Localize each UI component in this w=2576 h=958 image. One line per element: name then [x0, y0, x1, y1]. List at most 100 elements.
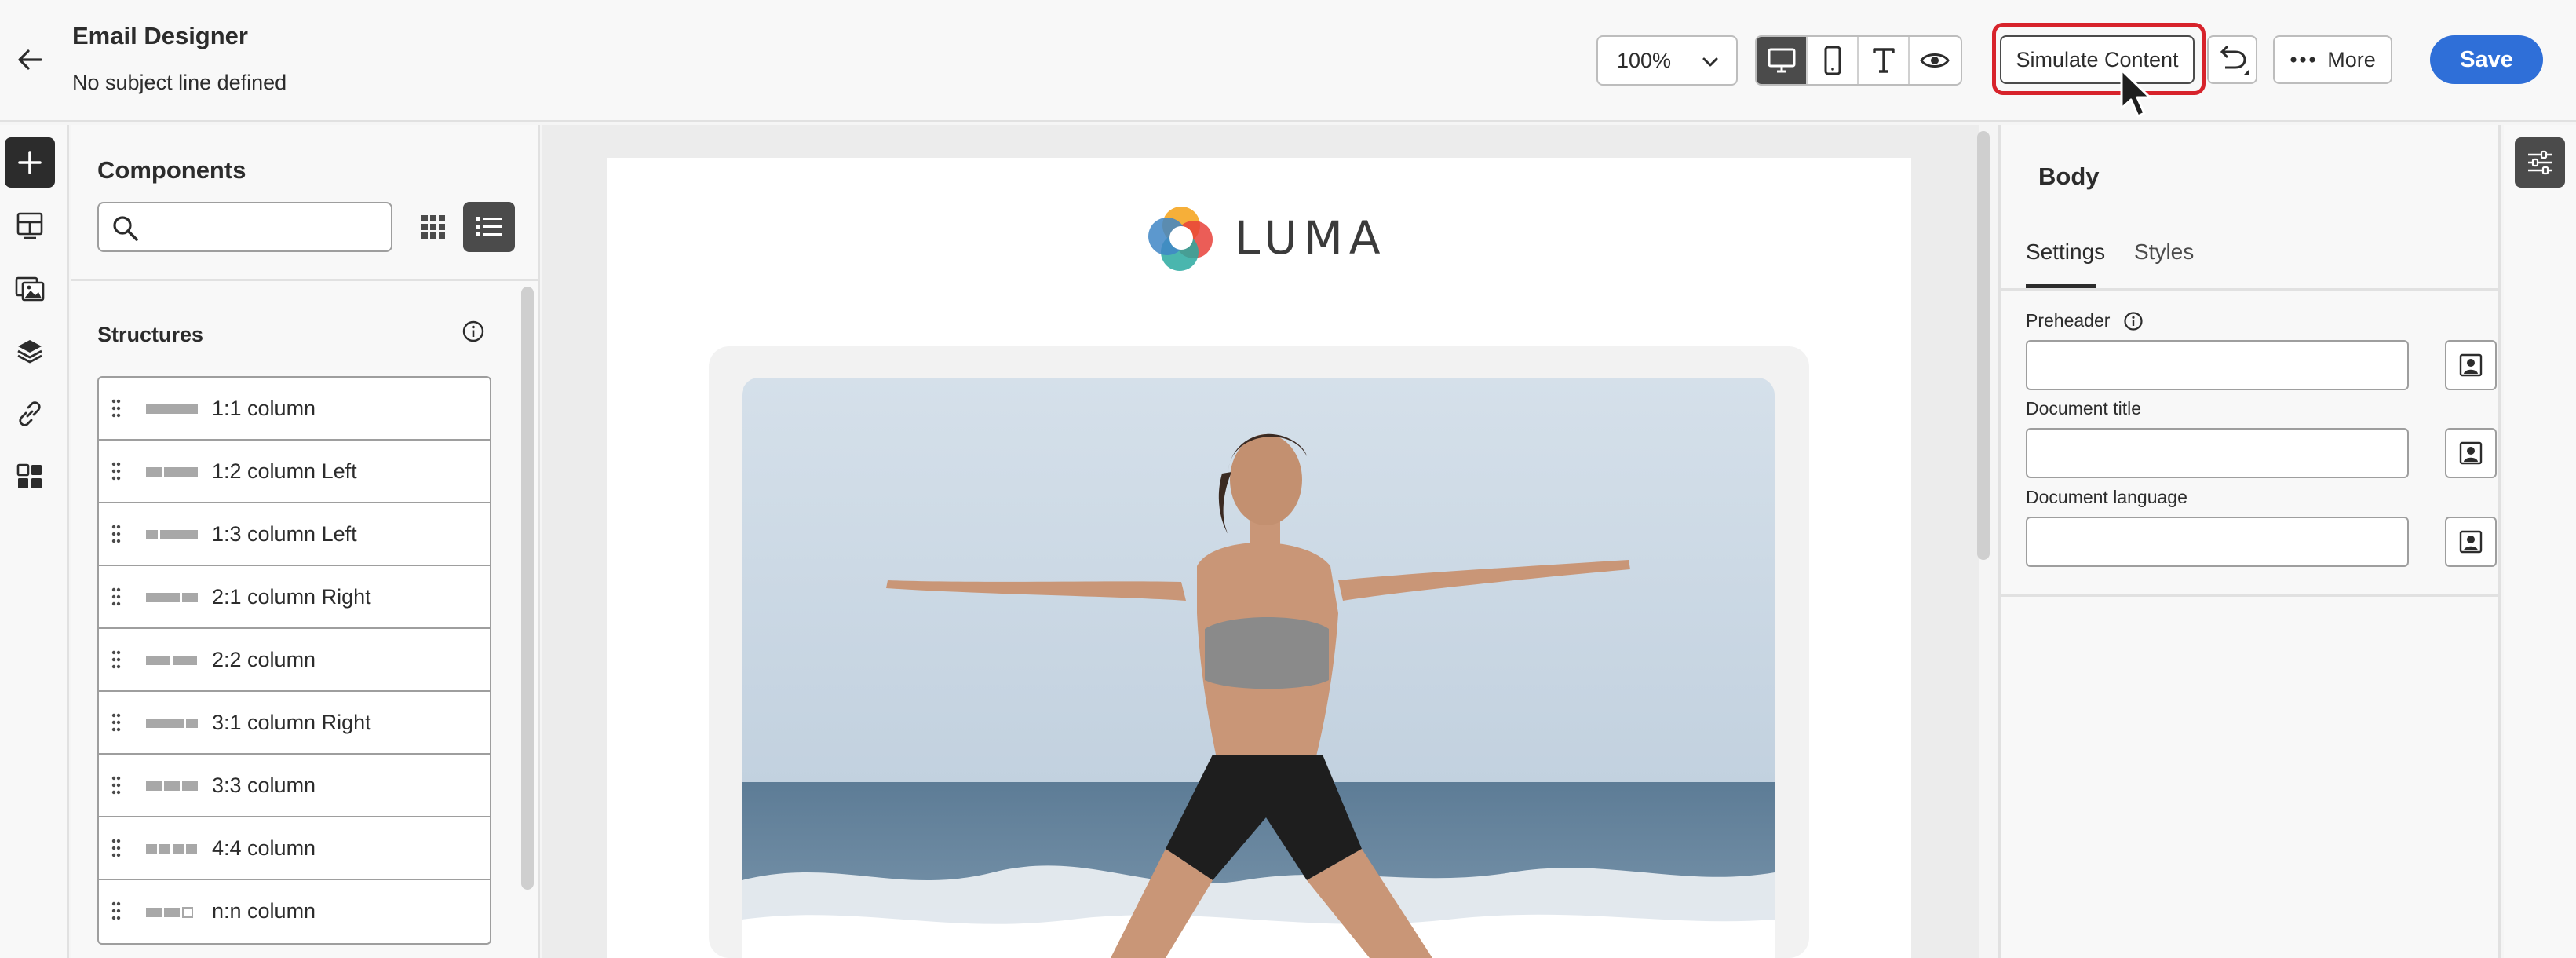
- panel-title: Body: [2038, 163, 2100, 190]
- email-body[interactable]: LUMA: [607, 158, 1911, 958]
- header-bar: Email Designer No subject line defined 1…: [0, 0, 2576, 122]
- structure-item-2-1-right[interactable]: 2:1 column Right: [99, 566, 490, 629]
- properties-toggle-button[interactable]: [2515, 137, 2565, 188]
- hero-section[interactable]: [709, 346, 1809, 958]
- info-icon[interactable]: [2123, 311, 2144, 331]
- document-title-personalize-button[interactable]: [2445, 428, 2497, 478]
- structure-item-3-1-right[interactable]: 3:1 column Right: [99, 692, 490, 755]
- plus-icon: [18, 151, 42, 174]
- structure-label: 3:1 column Right: [212, 711, 371, 734]
- desktop-view-button[interactable]: [1757, 37, 1808, 84]
- components-title: Components: [97, 156, 246, 184]
- preview-button[interactable]: [1910, 37, 1961, 84]
- drag-handle-icon: [111, 650, 121, 669]
- drag-handle-icon: [111, 587, 121, 606]
- structure-label: 4:4 column: [212, 836, 316, 860]
- structure-item-1-3-left[interactable]: 1:3 column Left: [99, 503, 490, 566]
- links-button[interactable]: [5, 389, 55, 439]
- structure-item-1-1[interactable]: 1:1 column: [99, 378, 490, 441]
- structure-item-n-n[interactable]: n:n column: [99, 880, 490, 943]
- components-panel: Components Structures 1:1 column 1:2 col…: [71, 125, 540, 958]
- document-title-input[interactable]: [2026, 428, 2409, 478]
- structure-item-1-2-left[interactable]: 1:2 column Left: [99, 441, 490, 503]
- preheader-personalize-button[interactable]: [2445, 340, 2497, 390]
- document-language-personalize-button[interactable]: [2445, 517, 2497, 567]
- mobile-view-button[interactable]: [1808, 37, 1859, 84]
- tab-styles[interactable]: Styles: [2134, 240, 2194, 265]
- structure-thumbnail: [146, 718, 198, 728]
- undo-icon: [2220, 45, 2249, 75]
- document-language-input[interactable]: [2026, 517, 2409, 567]
- list-view-button[interactable]: [463, 202, 515, 252]
- apps-grid-icon: [16, 463, 42, 488]
- structure-label: 1:2 column Left: [212, 459, 357, 483]
- zoom-value: 100%: [1617, 48, 1672, 72]
- fragments-icon: [16, 212, 43, 240]
- drag-handle-icon: [111, 776, 121, 795]
- structure-item-3-3[interactable]: 3:3 column: [99, 755, 490, 817]
- structure-thumbnail: [146, 656, 197, 665]
- document-title-label: Document title: [2026, 398, 2142, 419]
- back-button[interactable]: [11, 41, 49, 79]
- zoom-select[interactable]: 100%: [1596, 35, 1738, 86]
- structure-label: 1:3 column Left: [212, 522, 357, 546]
- text-icon: [1872, 48, 1895, 73]
- personalization-icon: [2459, 353, 2483, 377]
- chevron-down-icon: [1702, 57, 1718, 67]
- structure-item-2-2[interactable]: 2:2 column: [99, 629, 490, 692]
- structure-thumbnail: [146, 530, 198, 539]
- left-tool-rail: [0, 125, 69, 958]
- text-view-button[interactable]: [1859, 37, 1910, 84]
- tab-settings[interactable]: Settings: [2026, 240, 2105, 265]
- search-input[interactable]: [97, 202, 392, 252]
- structure-thumbnail: [146, 844, 197, 854]
- document-language-label: Document language: [2026, 487, 2187, 507]
- components-scrollbar[interactable]: [521, 287, 534, 890]
- personalization-icon: [2459, 441, 2483, 465]
- subject-line: No subject line defined: [72, 71, 287, 94]
- list-icon: [476, 217, 502, 236]
- link-icon: [19, 401, 41, 426]
- grid-icon: [421, 215, 445, 239]
- properties-panel: Body Settings Styles Preheader Document …: [1998, 125, 2501, 958]
- preheader-label-text: Preheader: [2026, 310, 2111, 331]
- panel-divider: [71, 279, 538, 281]
- sliders-icon: [2528, 150, 2552, 175]
- desktop-icon: [1768, 48, 1795, 73]
- mouse-cursor-icon: [2120, 68, 2151, 118]
- structure-item-4-4[interactable]: 4:4 column: [99, 817, 490, 880]
- structure-label: 2:2 column: [212, 648, 316, 671]
- drag-handle-icon: [111, 399, 121, 418]
- hero-image[interactable]: [742, 378, 1775, 958]
- layers-button[interactable]: [5, 326, 55, 376]
- structure-thumbnail: [146, 593, 198, 602]
- fragments-button[interactable]: [5, 200, 55, 250]
- add-components-button[interactable]: [5, 137, 55, 188]
- grid-view-button[interactable]: [408, 202, 458, 252]
- search-icon: [113, 216, 138, 241]
- apps-button[interactable]: [5, 452, 55, 502]
- tab-divider: [2001, 288, 2498, 291]
- personalization-icon: [2459, 530, 2483, 554]
- structure-label: 2:1 column Right: [212, 585, 371, 609]
- panel-divider: [2001, 594, 2498, 597]
- luma-logo-mark-icon: [1148, 207, 1213, 271]
- luma-logo: LUMA: [1145, 202, 1387, 274]
- info-icon[interactable]: [462, 320, 485, 343]
- preheader-input[interactable]: [2026, 340, 2409, 390]
- simulate-content-button[interactable]: Simulate Content: [2000, 35, 2195, 84]
- luma-logo-text: LUMA: [1235, 211, 1387, 265]
- view-mode-group: [1755, 35, 1962, 86]
- email-canvas: LUMA: [542, 125, 1990, 958]
- eye-icon: [1920, 53, 1950, 68]
- structure-thumbnail: [146, 907, 193, 918]
- canvas-scrollbar[interactable]: [1977, 131, 1990, 560]
- drag-handle-icon: [111, 713, 121, 732]
- assets-button[interactable]: [5, 263, 55, 313]
- undo-button[interactable]: [2207, 35, 2257, 84]
- more-button[interactable]: More: [2273, 35, 2392, 84]
- structure-thumbnail: [146, 781, 198, 791]
- save-button[interactable]: Save: [2430, 35, 2543, 84]
- drag-handle-icon: [111, 525, 121, 543]
- structure-label: 3:3 column: [212, 773, 316, 797]
